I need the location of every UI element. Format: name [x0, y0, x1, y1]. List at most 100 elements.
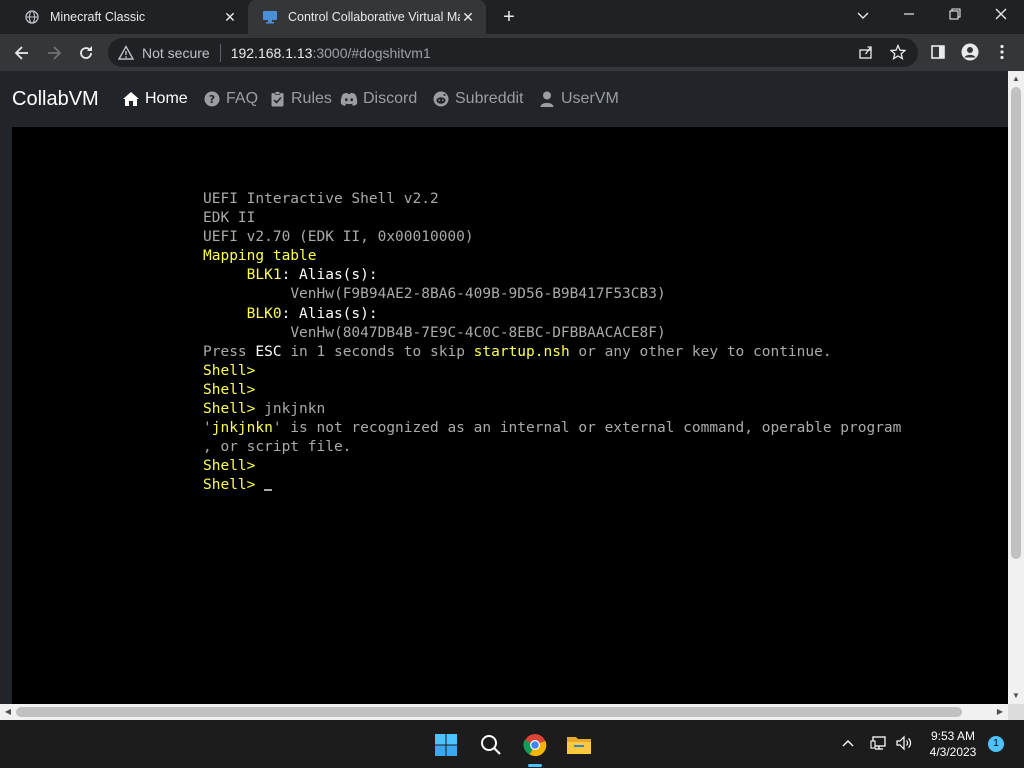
nav-label: Home — [145, 90, 188, 107]
horizontal-scrollbar[interactable]: ◀ ▶ — [0, 704, 1008, 720]
terminal-line: EDK II — [203, 210, 256, 227]
nav-discord[interactable]: Discord — [340, 90, 417, 108]
notification-badge[interactable]: 1 — [988, 736, 1004, 752]
profile-icon — [961, 43, 979, 61]
terminal-line: Mapping table — [203, 248, 317, 265]
file-explorer-icon[interactable] — [562, 728, 596, 762]
shell-prompt: Shell> — [203, 401, 256, 418]
share-button[interactable] — [852, 38, 880, 66]
scrollbar-corner — [1008, 704, 1024, 720]
nav-subreddit[interactable]: Subreddit — [432, 90, 524, 108]
new-tab-button[interactable]: + — [496, 5, 522, 29]
windows-taskbar: 9:53 AM 4/3/2023 1 — [0, 720, 1024, 768]
tab-collabvm[interactable]: Control Collaborative Virtual Mac ✕ — [248, 0, 486, 34]
scrollbar-thumb[interactable] — [1011, 87, 1021, 559]
back-button[interactable] — [8, 39, 36, 67]
restore-icon — [949, 8, 961, 20]
close-icon — [995, 8, 1007, 20]
nav-rules[interactable]: Rules — [268, 90, 332, 108]
nav-label: FAQ — [226, 90, 259, 107]
text-cursor — [264, 489, 273, 492]
terminal-text: in 1 seconds to skip — [281, 343, 474, 360]
chevron-up-icon[interactable] — [837, 732, 859, 754]
site-navbar: CollabVM Home ? FAQ Rules Discord Subred… — [0, 71, 1008, 127]
star-icon — [890, 44, 906, 60]
tab-search-button[interactable] — [840, 0, 886, 30]
scroll-down-icon[interactable]: ▼ — [1008, 688, 1024, 704]
user-icon — [538, 90, 556, 108]
terminal-text: : Alias(s): — [281, 305, 378, 322]
site-brand[interactable]: CollabVM — [12, 88, 99, 111]
chevron-down-icon — [857, 12, 869, 19]
arrow-right-icon — [48, 46, 62, 60]
terminal-line: VenHw(8047DB4B-7E9C-4C0C-8EBC-DFBBAACACE… — [290, 324, 666, 341]
side-panel-button[interactable] — [924, 38, 952, 66]
shell-prompt: Shell> — [203, 458, 256, 475]
windows-start-icon[interactable] — [429, 728, 463, 762]
scroll-up-icon[interactable]: ▲ — [1008, 71, 1024, 87]
chrome-icon[interactable] — [518, 728, 552, 762]
network-icon[interactable] — [868, 732, 890, 754]
minimize-button[interactable] — [886, 0, 932, 30]
active-app-indicator — [528, 764, 542, 767]
volume-icon[interactable] — [893, 732, 915, 754]
nav-label: Subreddit — [455, 90, 524, 107]
nav-faq[interactable]: ? FAQ — [203, 90, 258, 108]
nav-label: Rules — [291, 90, 332, 107]
warning-triangle-icon[interactable] — [117, 44, 135, 61]
address-bar[interactable]: Not secure 192.168.1.13:3000/#dogshitvm1 — [108, 38, 918, 67]
close-icon[interactable]: ✕ — [460, 9, 476, 25]
page-content: CollabVM Home ? FAQ Rules Discord Subred… — [0, 71, 1008, 704]
monitor-icon — [262, 9, 278, 25]
arrow-left-icon — [14, 46, 28, 60]
discord-icon — [340, 90, 358, 108]
nav-home[interactable]: Home — [122, 90, 188, 108]
nav-uservm[interactable]: UserVM — [538, 90, 619, 108]
tab-title: Control Collaborative Virtual Mac — [288, 10, 460, 24]
system-clock[interactable]: 9:53 AM 4/3/2023 — [918, 728, 988, 760]
reload-button[interactable] — [72, 39, 100, 67]
terminal-text: startup.nsh — [473, 343, 570, 360]
security-label[interactable]: Not secure — [142, 45, 210, 61]
clock-date: 4/3/2023 — [929, 745, 977, 759]
close-icon[interactable]: ✕ — [222, 9, 238, 25]
scrollbar-thumb[interactable] — [16, 707, 962, 717]
terminal-line: UEFI Interactive Shell v2.2 — [203, 191, 439, 207]
profile-button[interactable] — [956, 38, 984, 66]
terminal-line: , or script file. — [203, 439, 352, 456]
restore-button[interactable] — [932, 0, 978, 30]
url-host: 192.168.1.13 — [230, 44, 313, 61]
terminal-text: ' is not recognized as an internal or ex… — [272, 420, 902, 437]
menu-button[interactable] — [988, 38, 1016, 66]
globe-icon — [24, 9, 40, 25]
bookmark-button[interactable] — [884, 38, 912, 66]
kebab-menu-icon — [1000, 44, 1004, 60]
home-icon — [122, 90, 140, 108]
uefi-shell-output: UEFI Interactive Shell v2.2 EDK II UEFI … — [203, 190, 901, 496]
terminal-line: VenHw(F9B94AE2-8BA6-409B-9D56-B9B417F53C… — [290, 286, 666, 303]
nav-label: UserVM — [561, 90, 619, 107]
reddit-icon — [432, 90, 450, 108]
nav-label: Discord — [363, 90, 418, 107]
close-window-button[interactable] — [978, 0, 1024, 30]
vertical-scrollbar[interactable]: ▲ ▼ — [1008, 71, 1024, 704]
side-panel-icon — [931, 45, 945, 59]
device-name: BLK1 — [246, 267, 282, 284]
svg-text:?: ? — [209, 93, 215, 106]
scroll-left-icon[interactable]: ◀ — [0, 704, 16, 720]
terminal-text: or any other key to continue. — [569, 343, 832, 360]
forward-button[interactable] — [40, 39, 68, 67]
browser-tabstrip: Minecraft Classic ✕ Control Collaborativ… — [0, 0, 1024, 34]
vm-display[interactable]: UEFI Interactive Shell v2.2 EDK II UEFI … — [12, 127, 1008, 704]
share-icon — [859, 46, 872, 59]
minimize-icon — [904, 13, 914, 15]
terminal-text: : Alias(s): — [281, 267, 378, 284]
shell-prompt: Shell> — [203, 362, 256, 379]
scroll-right-icon[interactable]: ▶ — [992, 704, 1008, 720]
tab-minecraft-classic[interactable]: Minecraft Classic ✕ — [10, 0, 248, 34]
reload-icon — [80, 46, 92, 59]
device-name: BLK0 — [246, 305, 282, 322]
search-icon[interactable] — [474, 728, 508, 762]
url-path: :3000/#dogshitvm1 — [312, 44, 431, 61]
shell-prompt: Shell> — [203, 477, 256, 494]
